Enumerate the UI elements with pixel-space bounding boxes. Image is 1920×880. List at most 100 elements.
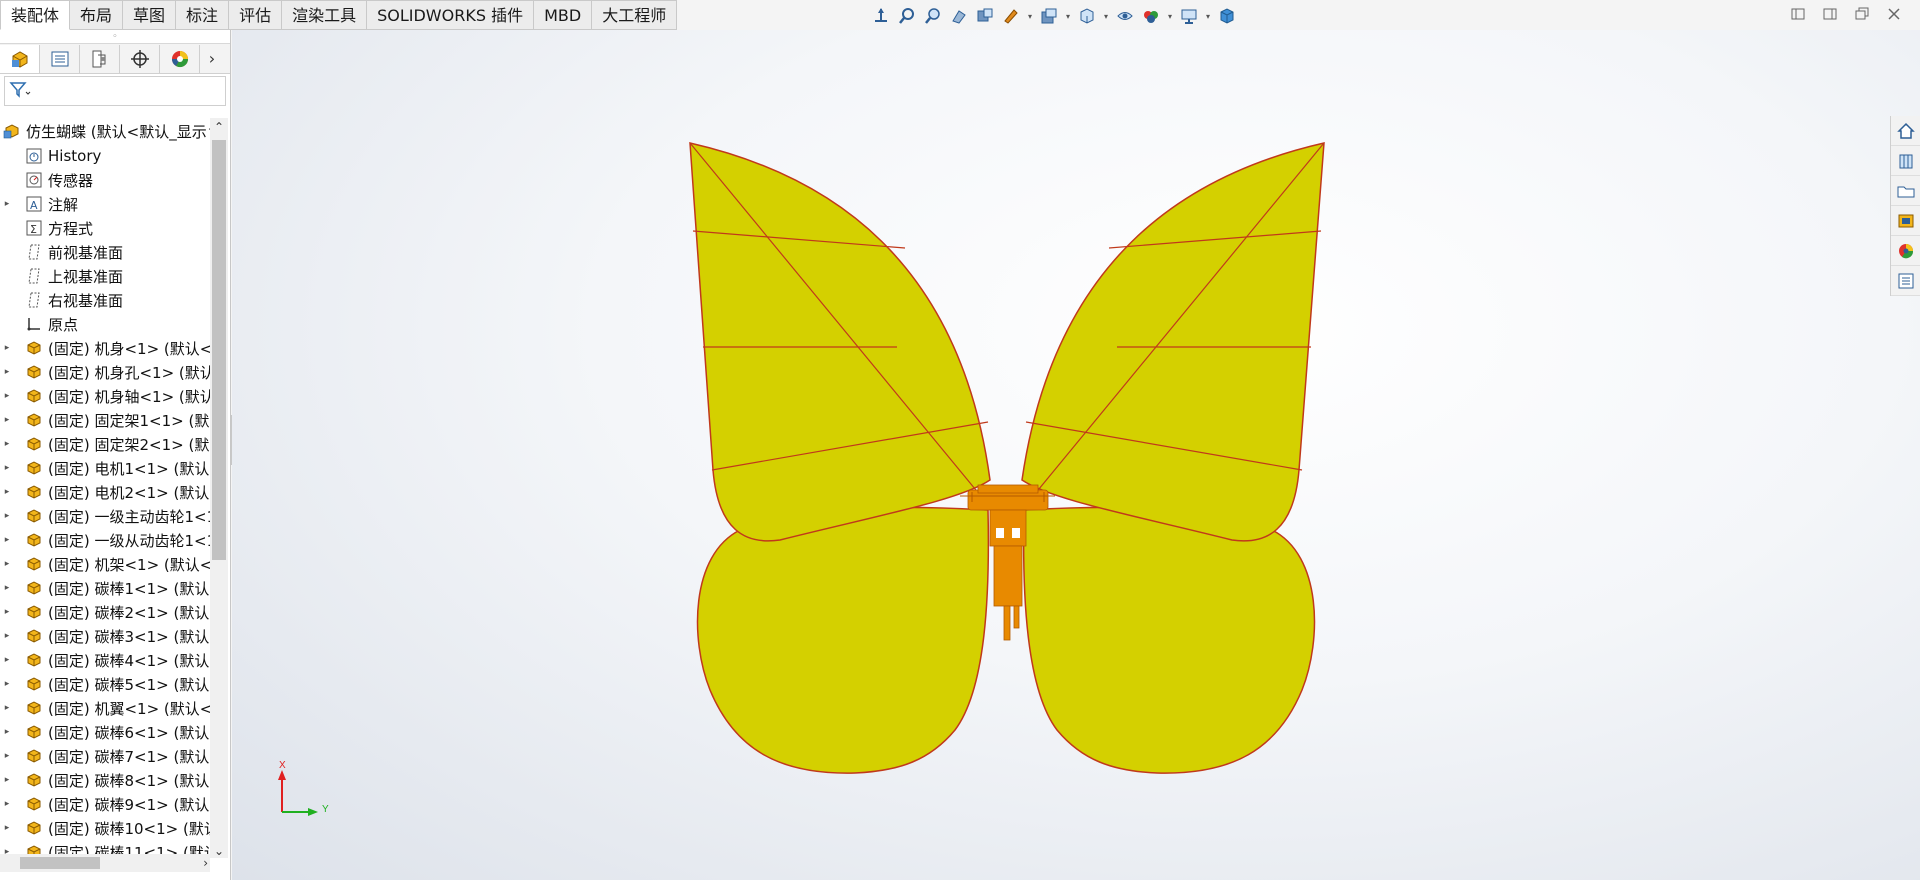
- tab-5[interactable]: 渲染工具: [282, 0, 368, 30]
- restore-window-icon[interactable]: [1854, 6, 1870, 22]
- tree-item-component[interactable]: ▸ (固定) 碳棒2<1> (默认<: [0, 600, 210, 624]
- appearances-icon[interactable]: [1891, 236, 1920, 266]
- tree-item-component[interactable]: ▸ (固定) 碳棒5<1> (默认<: [0, 672, 210, 696]
- hide-show-icon[interactable]: [1076, 5, 1098, 27]
- expand-arrow-icon[interactable]: ▸: [0, 703, 14, 713]
- chevron-down-icon[interactable]: ▾: [1026, 5, 1034, 27]
- tree-item-component[interactable]: ▸ (固定) 机翼<1> (默认<: [0, 696, 210, 720]
- tree-item-component[interactable]: ▸ (固定) 碳棒7<1> (默认<: [0, 744, 210, 768]
- tile-right-icon[interactable]: [1822, 6, 1838, 22]
- expand-arrow-icon[interactable]: ▸: [0, 607, 14, 617]
- zoom-to-fit-icon[interactable]: [870, 5, 892, 27]
- expand-arrow-icon[interactable]: ▸: [0, 535, 14, 545]
- expand-arrow-icon[interactable]: ▸: [0, 727, 14, 737]
- butterfly-model[interactable]: X Y: [232, 30, 1920, 880]
- tree-item-feature[interactable]: 前视基准面: [0, 240, 210, 264]
- tree-item-component[interactable]: ▸ (固定) 碳棒8<1> (默认<: [0, 768, 210, 792]
- chevron-down-icon[interactable]: ▾: [1064, 5, 1072, 27]
- dimxpert-tab[interactable]: [120, 44, 160, 73]
- chevron-down-icon[interactable]: ▾: [1102, 5, 1110, 27]
- tree-item-component[interactable]: ▸ (固定) 碳棒1<1> (默认<: [0, 576, 210, 600]
- tile-left-icon[interactable]: [1790, 6, 1806, 22]
- expand-arrow-icon[interactable]: ▸: [0, 655, 14, 665]
- tree-item-feature[interactable]: 原点: [0, 312, 210, 336]
- scroll-down-icon[interactable]: ⌄: [210, 844, 228, 858]
- view-palette-icon[interactable]: [1891, 206, 1920, 236]
- tree-item-feature[interactable]: 右视基准面: [0, 288, 210, 312]
- tab-7[interactable]: MBD: [534, 0, 593, 30]
- solidworks-resources-icon[interactable]: [1891, 116, 1920, 146]
- featuremanager-tab[interactable]: [0, 44, 40, 73]
- expand-arrow-icon[interactable]: ▸: [0, 751, 14, 761]
- design-library-icon[interactable]: [1891, 146, 1920, 176]
- tab-4[interactable]: 评估: [229, 0, 283, 30]
- close-window-icon[interactable]: [1886, 6, 1902, 22]
- tab-3[interactable]: 标注: [176, 0, 230, 30]
- expand-arrow-icon[interactable]: ▸: [0, 439, 14, 449]
- tree-vertical-scrollbar[interactable]: ⌃ ⌄: [210, 118, 228, 858]
- tree-horizontal-scrollbar[interactable]: ›: [0, 854, 210, 872]
- expand-arrow-icon[interactable]: ▸: [0, 367, 14, 377]
- scroll-thumb-horizontal[interactable]: [20, 857, 100, 869]
- tree-item-component[interactable]: ▸ (固定) 固定架1<1> (默认: [0, 408, 210, 432]
- apply-scene-icon[interactable]: [1140, 5, 1162, 27]
- tree-item-component[interactable]: ▸ (固定) 机身孔<1> (默认: [0, 360, 210, 384]
- graphics-viewport[interactable]: X Y: [232, 30, 1920, 880]
- tab-2[interactable]: 草图: [123, 0, 177, 30]
- tree-item-component[interactable]: ▸ (固定) 固定架2<1> (默认: [0, 432, 210, 456]
- tree-item-component[interactable]: ▸ (固定) 一级从动齿轮1<1: [0, 528, 210, 552]
- expand-arrow-icon[interactable]: ▸: [0, 631, 14, 641]
- chevron-down-icon[interactable]: ▾: [1204, 5, 1212, 27]
- tree-item-component[interactable]: ▸ (固定) 碳棒6<1> (默认<: [0, 720, 210, 744]
- scroll-up-icon[interactable]: ⌃: [210, 120, 228, 134]
- expand-arrow-icon[interactable]: ▸: [0, 343, 14, 353]
- propertymanager-tab[interactable]: [40, 44, 80, 73]
- expand-arrow-icon[interactable]: ▸: [0, 511, 14, 521]
- tree-item-component[interactable]: ▸ (固定) 碳棒3<1> (默认<: [0, 624, 210, 648]
- tree-item-feature[interactable]: ▸ A 注解: [0, 192, 210, 216]
- panel-grip[interactable]: ◦: [0, 30, 230, 44]
- tree-item-feature[interactable]: 传感器: [0, 168, 210, 192]
- scroll-thumb[interactable]: [212, 140, 226, 560]
- expand-arrow-icon[interactable]: ▸: [0, 775, 14, 785]
- expand-arrow-icon[interactable]: ▸: [0, 679, 14, 689]
- tree-item-component[interactable]: ▸ (固定) 一级主动齿轮1<1: [0, 504, 210, 528]
- zoom-to-area-icon[interactable]: [896, 5, 918, 27]
- expand-arrow-icon[interactable]: ▸: [0, 487, 14, 497]
- displaymanager-tab[interactable]: [160, 44, 200, 73]
- expand-arrow-icon[interactable]: ▸: [0, 463, 14, 473]
- tab-0[interactable]: 装配体: [0, 0, 71, 30]
- filter-icon[interactable]: [9, 80, 31, 102]
- tree-filter[interactable]: [4, 76, 226, 106]
- tree-item-component[interactable]: ▸ (固定) 机身<1> (默认<: [0, 336, 210, 360]
- file-explorer-icon[interactable]: [1891, 176, 1920, 206]
- chevron-down-icon[interactable]: ▾: [1166, 5, 1174, 27]
- configurationmanager-tab[interactable]: [80, 44, 120, 73]
- expand-arrow-icon[interactable]: ▸: [0, 559, 14, 569]
- tree-root-assembly[interactable]: 仿生蝴蝶 (默认<默认_显示⌃: [0, 118, 210, 144]
- tree-item-component[interactable]: ▸ (固定) 电机1<1> (默认<: [0, 456, 210, 480]
- view-orientation-icon[interactable]: [1000, 5, 1022, 27]
- display-style-icon[interactable]: [1038, 5, 1060, 27]
- dynamic-annotation-icon[interactable]: [974, 5, 996, 27]
- 3d-view-icon[interactable]: [1216, 5, 1238, 27]
- tree-item-component[interactable]: ▸ (固定) 碳棒9<1> (默认<: [0, 792, 210, 816]
- tree-item-component[interactable]: ▸ (固定) 机架<1> (默认<: [0, 552, 210, 576]
- expand-arrow-icon[interactable]: ▸: [0, 199, 14, 209]
- scroll-right-icon[interactable]: ›: [203, 854, 208, 872]
- expand-arrow-icon[interactable]: ▸: [0, 391, 14, 401]
- edit-appearance-icon[interactable]: [1114, 5, 1136, 27]
- tree-item-feature[interactable]: 上视基准面: [0, 264, 210, 288]
- tab-1[interactable]: 布局: [70, 0, 124, 30]
- more-tabs-icon[interactable]: ›: [200, 49, 224, 68]
- tab-8[interactable]: 大工程师: [592, 0, 678, 30]
- section-view-icon[interactable]: [948, 5, 970, 27]
- tree-item-feature[interactable]: Σ 方程式: [0, 216, 210, 240]
- previous-view-icon[interactable]: [922, 5, 944, 27]
- tree-item-feature[interactable]: History: [0, 144, 210, 168]
- tree-item-component[interactable]: ▸ (固定) 碳棒10<1> (默认: [0, 816, 210, 840]
- view-settings-icon[interactable]: [1178, 5, 1200, 27]
- tree-item-component[interactable]: ▸ (固定) 机身轴<1> (默认: [0, 384, 210, 408]
- expand-arrow-icon[interactable]: ▸: [0, 583, 14, 593]
- expand-arrow-icon[interactable]: ▸: [0, 415, 14, 425]
